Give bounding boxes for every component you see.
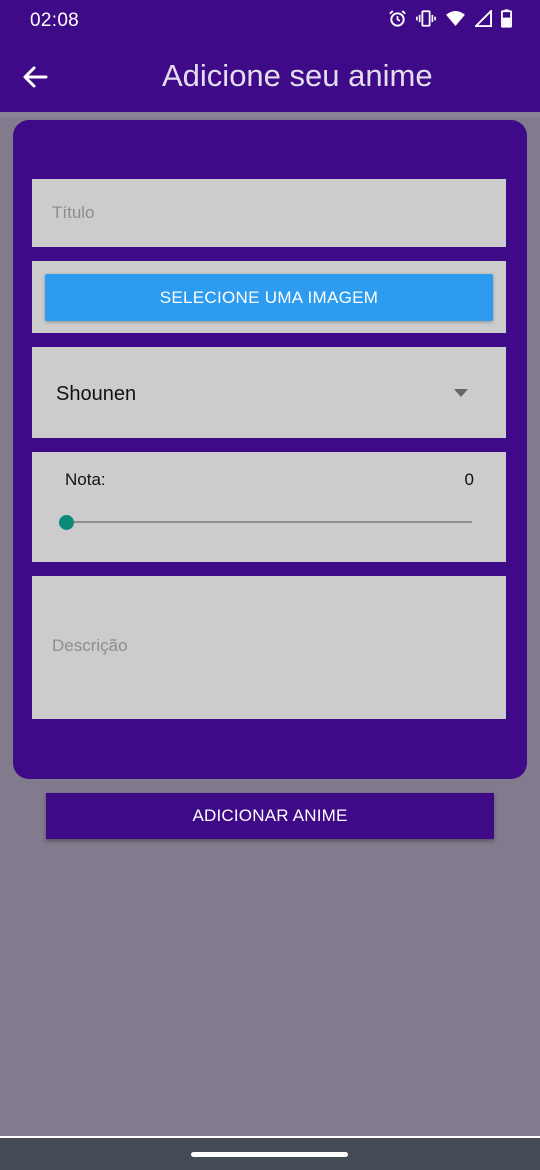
rating-label: Nota:	[65, 470, 106, 489]
app-bar: Adicione seu anime	[0, 42, 540, 112]
select-image-button[interactable]: SELECIONE UMA IMAGEM	[45, 274, 493, 321]
alarm-icon	[389, 10, 406, 27]
page-title: Adicione seu anime	[162, 58, 433, 93]
rating-value: 0	[464, 470, 474, 489]
genre-selected-value: Shounen	[56, 383, 137, 405]
genre-dropdown[interactable]: Shounen	[32, 347, 506, 438]
rating-slider-track[interactable]	[66, 521, 472, 523]
wifi-icon	[446, 10, 465, 27]
title-field[interactable]	[32, 179, 506, 247]
add-anime-button[interactable]: ADICIONAR ANIME	[46, 793, 494, 839]
status-icons	[388, 9, 512, 28]
title-input[interactable]	[32, 179, 506, 247]
status-time: 02:08	[30, 10, 80, 31]
signal-icon	[475, 10, 492, 27]
status-bar: 02:08	[0, 0, 540, 42]
image-field: SELECIONE UMA IMAGEM	[32, 261, 506, 333]
battery-icon	[501, 9, 512, 28]
arrow-back-icon[interactable]	[20, 62, 50, 92]
home-gesture-handle[interactable]	[191, 1152, 348, 1157]
rating-slider-thumb[interactable]	[58, 515, 74, 530]
description-field[interactable]	[32, 576, 506, 719]
vibrate-icon	[416, 10, 436, 27]
scrim-band	[0, 112, 540, 118]
dropdown-arrow-icon	[454, 389, 468, 397]
rating-field: Nota: 0	[32, 452, 506, 562]
navigation-bar	[0, 1138, 540, 1170]
description-input[interactable]	[32, 576, 506, 719]
